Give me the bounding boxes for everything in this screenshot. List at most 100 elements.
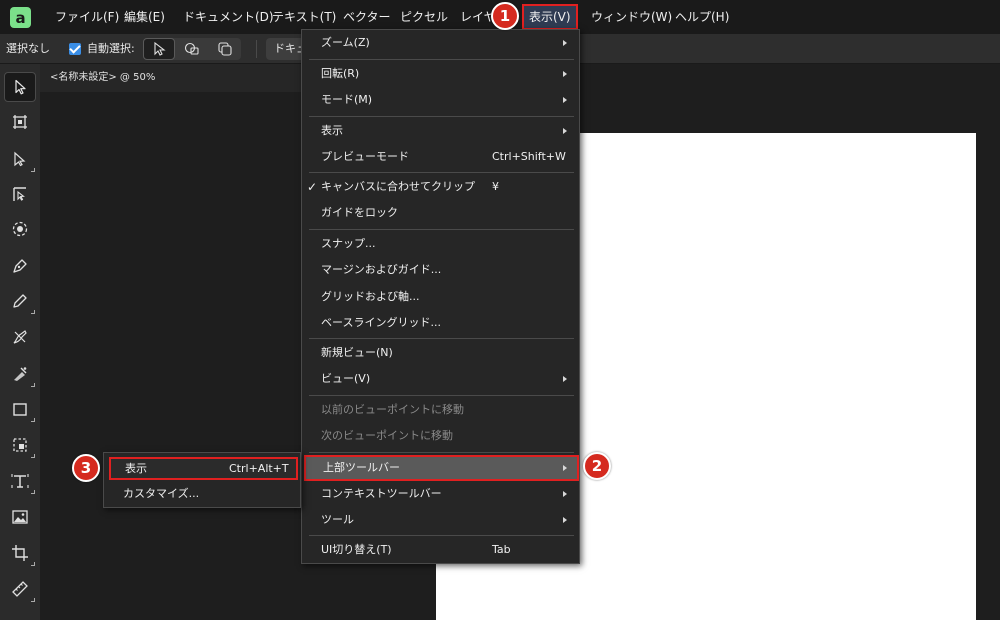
submenu-arrow-icon xyxy=(563,517,567,523)
submenu-arrow-icon xyxy=(563,491,567,497)
view-menu-lock-guides[interactable]: ガイドをロック xyxy=(302,200,579,226)
shortcut-text: ¥ xyxy=(492,180,499,193)
submenu-customize[interactable]: カスタマイズ... xyxy=(104,481,300,507)
app-logo-icon: a xyxy=(10,7,31,28)
cursor-select-button[interactable] xyxy=(143,38,175,60)
contain-icon xyxy=(218,42,232,56)
menu-file[interactable]: ファイル(F) xyxy=(55,0,119,34)
menu-window[interactable]: ウィンドウ(W) xyxy=(591,0,672,34)
step-badge-3: 3 xyxy=(72,454,100,482)
picture-frame-tool[interactable] xyxy=(4,502,36,532)
arrow-pointer-icon xyxy=(15,79,26,95)
menu-document[interactable]: ドキュメント(D) xyxy=(183,0,274,34)
menu-separator xyxy=(309,395,574,396)
view-menu-zoom[interactable]: ズーム(Z) xyxy=(302,30,579,56)
svg-text:a: a xyxy=(15,9,25,27)
submenu-arrow-icon xyxy=(563,376,567,382)
submenu-arrow-icon xyxy=(563,465,567,471)
pen-tool[interactable] xyxy=(4,251,36,281)
selection-mode-group xyxy=(143,38,241,60)
pencil-icon xyxy=(13,294,27,308)
view-menu-toggle-ui[interactable]: UI切り替え(T) Tab xyxy=(302,537,579,563)
view-menu-tools[interactable]: ツール xyxy=(302,507,579,533)
crop-tool[interactable] xyxy=(4,538,36,568)
view-menu-margins-guides[interactable]: マージンおよびガイド... xyxy=(302,257,579,283)
fill-icon xyxy=(14,367,27,381)
view-menu-show[interactable]: 表示 xyxy=(302,118,579,144)
submenu-arrow-icon xyxy=(563,97,567,103)
submenu-show-top-toolbar[interactable]: 表示 Ctrl+Alt+T xyxy=(109,457,298,480)
toolbar-separator xyxy=(256,40,257,58)
dashed-shape-icon xyxy=(13,438,27,452)
document-tab-title: <名称未設定> @ 50% xyxy=(50,72,156,83)
pencil-tool[interactable] xyxy=(4,286,36,316)
point-transform-tool[interactable] xyxy=(4,214,36,244)
ruler-icon xyxy=(12,581,28,597)
intersect-icon xyxy=(184,42,199,55)
document-button[interactable]: ドキュメント xyxy=(266,38,306,60)
auto-select-label: 自動選択: xyxy=(87,42,135,55)
shape-tool[interactable] xyxy=(4,430,36,460)
node-arrow-icon xyxy=(14,151,26,167)
corner-tool[interactable] xyxy=(4,179,36,209)
view-menu-preview-mode[interactable]: プレビューモード Ctrl+Shift+W xyxy=(302,144,579,170)
contain-select-button[interactable] xyxy=(209,38,241,60)
flyout-corner xyxy=(31,454,35,458)
submenu-arrow-icon xyxy=(563,71,567,77)
menu-separator xyxy=(309,116,574,117)
fill-tool[interactable] xyxy=(4,359,36,389)
view-menu-baseline-grid[interactable]: ベースライングリッド... xyxy=(302,310,579,336)
point-transform-icon xyxy=(12,221,28,237)
node-tool[interactable] xyxy=(4,144,36,174)
rectangle-tool[interactable] xyxy=(4,394,36,424)
vector-brush-icon xyxy=(13,330,27,344)
view-menu-context-toolbar[interactable]: コンテキストツールバー xyxy=(302,481,579,507)
pen-icon xyxy=(13,259,27,273)
crop-icon xyxy=(12,545,28,561)
intersect-select-button[interactable] xyxy=(176,38,208,60)
shortcut-text: Ctrl+Shift+W xyxy=(492,150,566,163)
view-menu-clip-to-canvas[interactable]: ✓ キャンバスに合わせてクリップ ¥ xyxy=(302,174,579,200)
view-menu-previous-viewpoint: 以前のビューポイントに移動 xyxy=(321,403,464,416)
flyout-corner xyxy=(31,310,35,314)
artboard-tool[interactable] xyxy=(4,107,36,137)
move-tool[interactable] xyxy=(4,72,36,102)
view-menu-grid-axis[interactable]: グリッドおよび軸... xyxy=(302,284,579,310)
corner-icon xyxy=(13,187,26,201)
shortcut-text: Tab xyxy=(492,543,511,556)
flyout-corner xyxy=(31,562,35,566)
submenu-arrow-icon xyxy=(563,128,567,134)
menu-separator xyxy=(309,229,574,230)
top-toolbar-submenu: 表示 Ctrl+Alt+T カスタマイズ... xyxy=(103,452,301,508)
step-badge-1: 1 xyxy=(491,2,519,30)
artboard-icon xyxy=(13,115,27,129)
document-tab[interactable]: <名称未設定> @ 50% xyxy=(40,64,302,92)
frame-text-tool[interactable] xyxy=(4,466,36,496)
menu-view[interactable]: 表示(V) xyxy=(522,4,578,30)
vector-brush-tool[interactable] xyxy=(4,322,36,352)
measure-tool[interactable] xyxy=(4,574,36,604)
view-menu-dropdown: ズーム(Z) 回転(R) モード(M) 表示 プレビューモード Ctrl+Shif… xyxy=(301,29,580,564)
menu-help[interactable]: ヘルプ(H) xyxy=(675,0,729,34)
view-menu-new-view[interactable]: 新規ビュー(N) xyxy=(302,340,579,366)
view-menu-next-viewpoint: 次のビューポイントに移動 xyxy=(321,429,453,442)
step-badge-2: 2 xyxy=(583,452,611,480)
rectangle-icon xyxy=(13,403,27,416)
checkmark-icon: ✓ xyxy=(307,180,318,194)
view-menu-top-toolbar[interactable]: 上部ツールバー xyxy=(304,455,579,481)
flyout-corner xyxy=(31,418,35,422)
shortcut-text: Ctrl+Alt+T xyxy=(229,462,289,475)
view-menu-mode[interactable]: モード(M) xyxy=(302,87,579,113)
auto-select-checkbox[interactable] xyxy=(69,43,81,55)
flyout-corner xyxy=(31,598,35,602)
submenu-arrow-icon xyxy=(563,40,567,46)
view-menu-rotate[interactable]: 回転(R) xyxy=(302,61,579,87)
view-menu-snapping[interactable]: スナップ... xyxy=(302,231,579,257)
menu-separator xyxy=(309,338,574,339)
cursor-icon xyxy=(154,42,166,56)
menu-edit[interactable]: 編集(E) xyxy=(124,0,165,34)
menu-separator xyxy=(309,172,574,173)
frame-text-icon xyxy=(11,474,29,488)
view-menu-view[interactable]: ビュー(V) xyxy=(302,366,579,392)
menu-separator xyxy=(309,535,574,536)
